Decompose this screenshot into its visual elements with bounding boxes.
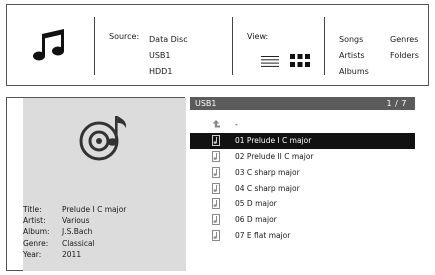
music-note-icon (33, 29, 64, 61)
music-file-icon (212, 214, 220, 226)
up-folder-label: - (235, 120, 238, 129)
meta-row-album: Album: J.S.Bach (23, 226, 126, 237)
track-label: 03 C sharp major (235, 167, 300, 177)
track-row[interactable]: 03 C sharp major (190, 165, 415, 181)
meta-artist-value: Various (62, 216, 90, 226)
source-list: Data Disc USB1 HDD1 (149, 32, 188, 80)
meta-key: Album: (23, 227, 50, 237)
track-row[interactable]: 07 E flat major (190, 228, 415, 244)
source-label: Source: (109, 32, 140, 41)
track-label: 04 C sharp major (235, 183, 300, 193)
music-file-icon (212, 198, 220, 210)
track-info-inner: Title: Prelude I C major Artist: Various… (23, 98, 186, 271)
track-info-panel: Title: Prelude I C major Artist: Various… (6, 97, 186, 271)
track-label: 06 D major (235, 215, 277, 225)
meta-key: Genre: (23, 238, 49, 248)
meta-row-year: Year: 2011 (23, 249, 126, 260)
category-nav-secondary: Genres Folders (390, 32, 419, 64)
track-row[interactable]: 06 D major (190, 212, 415, 228)
meta-title-value: Prelude I C major (62, 205, 127, 214)
track-row[interactable]: 04 C sharp major (190, 181, 415, 197)
meta-year-value: 2011 (62, 249, 82, 259)
meta-row-title: Title: Prelude I C major (23, 204, 126, 215)
meta-row-artist: Artist: Various (23, 215, 126, 226)
track-label: 05 D major (235, 199, 277, 209)
file-list: - 01 Prelude I C major 02 Prelude II C ma… (190, 117, 415, 244)
track-metadata: Title: Prelude I C major Artist: Various… (23, 204, 126, 260)
disc-music-icon (79, 116, 127, 161)
nav-folders[interactable]: Folders (390, 48, 419, 64)
grid-view-icon[interactable] (290, 54, 310, 67)
up-arrow-icon (212, 120, 220, 128)
music-file-icon (212, 166, 220, 178)
nav-songs[interactable]: Songs (339, 32, 369, 48)
track-row[interactable]: 02 Prelude II C major (190, 149, 415, 165)
track-row[interactable]: 01 Prelude I C major (190, 132, 415, 149)
music-file-icon (212, 134, 220, 146)
source-option-hdd1[interactable]: HDD1 (149, 64, 188, 80)
music-file-icon (212, 150, 220, 162)
source-option-data-disc[interactable]: Data Disc (149, 32, 188, 48)
header-bar: Source: Data Disc USB1 HDD1 View: Songs … (6, 4, 429, 86)
folder-title: USB1 (195, 99, 217, 108)
track-row[interactable]: 05 D major (190, 196, 415, 212)
nav-artists[interactable]: Artists (339, 48, 369, 64)
list-header: USB1 1 / 7 (190, 97, 415, 110)
up-folder-row[interactable]: - (190, 117, 415, 133)
meta-genre-value: Classical (62, 238, 95, 248)
meta-key: Title: (23, 205, 42, 214)
meta-key: Artist: (23, 216, 46, 226)
meta-key: Year: (23, 249, 42, 259)
nav-genres[interactable]: Genres (390, 32, 419, 48)
music-file-icon (212, 230, 220, 242)
music-file-icon (212, 182, 220, 194)
page-indicator: 1 / 7 (386, 99, 407, 108)
meta-row-genre: Genre: Classical (23, 238, 126, 249)
list-view-icon[interactable] (261, 56, 279, 67)
file-list-panel: USB1 1 / 7 - 01 Prelude I C major 02 Prel… (190, 97, 415, 271)
track-label: 07 E flat major (235, 231, 291, 241)
track-label: 02 Prelude II C major (235, 151, 314, 161)
view-label: View: (247, 32, 269, 41)
meta-album-value: J.S.Bach (62, 227, 93, 237)
track-label: 01 Prelude I C major (235, 135, 312, 145)
source-option-usb1[interactable]: USB1 (149, 48, 188, 64)
nav-albums[interactable]: Albums (339, 64, 369, 80)
category-nav-primary: Songs Artists Albums (339, 32, 369, 80)
